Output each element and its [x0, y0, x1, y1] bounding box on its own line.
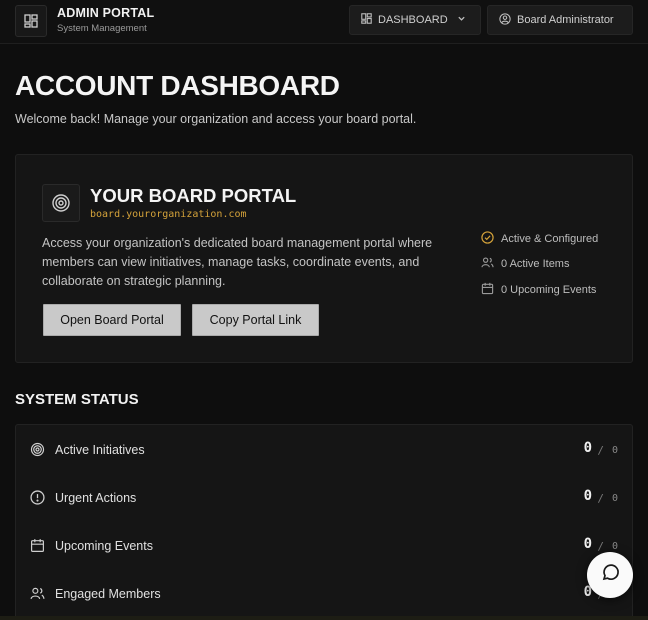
- calendar-icon: [481, 282, 494, 298]
- check-circle-icon: [481, 231, 494, 247]
- bottom-edge: [0, 616, 648, 620]
- brand-title: ADMIN PORTAL: [57, 6, 155, 20]
- stat-total: 0: [611, 445, 618, 456]
- users-icon: [481, 256, 494, 272]
- top-bar: ADMIN PORTAL System Management DASHBOARD…: [0, 0, 648, 44]
- grid-logo-icon[interactable]: [15, 5, 47, 37]
- portal-description: Access your organization's dedicated boa…: [42, 236, 433, 288]
- stat-value: 0: [583, 536, 592, 552]
- portal-title: YOUR BOARD PORTAL: [90, 185, 297, 206]
- users-icon: [30, 586, 45, 606]
- portal-status-list: Active & Configured 0 Active Items 0 Upc…: [481, 226, 598, 303]
- chevron-down-icon: [457, 14, 466, 26]
- system-status-title: SYSTEM STATUS: [15, 391, 139, 408]
- target-icon: [30, 442, 45, 462]
- message-circle-icon: [600, 563, 620, 588]
- stat-label: Engaged Members: [55, 587, 161, 601]
- stat-value: 0: [583, 488, 592, 504]
- copy-portal-link-button[interactable]: Copy Portal Link: [192, 304, 319, 336]
- system-status-panel: Active Initiatives 0 / 0 Urgent Actions …: [15, 424, 633, 620]
- target-icon: [42, 184, 80, 222]
- stat-row-upcoming-events[interactable]: Upcoming Events 0 / 0: [16, 522, 632, 570]
- user-name-label: Board Administrator: [517, 14, 614, 26]
- status-upcoming-events-label: 0 Upcoming Events: [501, 283, 597, 296]
- dashboard-dropdown-button[interactable]: DASHBOARD: [349, 5, 481, 35]
- user-circle-icon: [499, 12, 511, 28]
- open-board-portal-button[interactable]: Open Board Portal: [43, 304, 181, 336]
- portal-url[interactable]: board.yourorganization.com: [90, 209, 247, 220]
- chat-bubble-button[interactable]: [587, 552, 633, 598]
- grid-icon: [361, 13, 372, 27]
- alert-circle-icon: [30, 490, 45, 510]
- stat-label: Urgent Actions: [55, 491, 137, 505]
- page-subtitle: Welcome back! Manage your organization a…: [15, 112, 417, 126]
- stat-label: Active Initiatives: [55, 443, 145, 457]
- stat-row-engaged-members[interactable]: Engaged Members 0 / 0: [16, 570, 632, 618]
- stat-label: Upcoming Events: [55, 539, 153, 553]
- status-upcoming-events: 0 Upcoming Events: [481, 277, 598, 303]
- stat-separator: /: [597, 444, 604, 457]
- status-active-items-label: 0 Active Items: [501, 258, 570, 271]
- stat-row-urgent-actions[interactable]: Urgent Actions 0 / 0: [16, 474, 632, 522]
- stat-separator: /: [597, 540, 604, 553]
- stat-separator: /: [597, 492, 604, 505]
- brand-subtitle: System Management: [57, 23, 147, 34]
- page-title: ACCOUNT DASHBOARD: [15, 70, 340, 101]
- stat-value: 0: [583, 440, 592, 456]
- stat-row-active-initiatives[interactable]: Active Initiatives 0 / 0: [16, 426, 632, 474]
- status-configured-label: Active & Configured: [501, 232, 599, 245]
- status-configured: Active & Configured: [481, 226, 598, 252]
- board-portal-card: YOUR BOARD PORTAL board.yourorganization…: [15, 154, 633, 363]
- stat-total: 0: [611, 493, 618, 504]
- calendar-icon: [30, 538, 45, 558]
- user-menu-button[interactable]: Board Administrator: [487, 5, 633, 35]
- stat-total: 0: [611, 541, 618, 552]
- status-active-items: 0 Active Items: [481, 252, 598, 278]
- dashboard-label: DASHBOARD: [378, 14, 448, 26]
